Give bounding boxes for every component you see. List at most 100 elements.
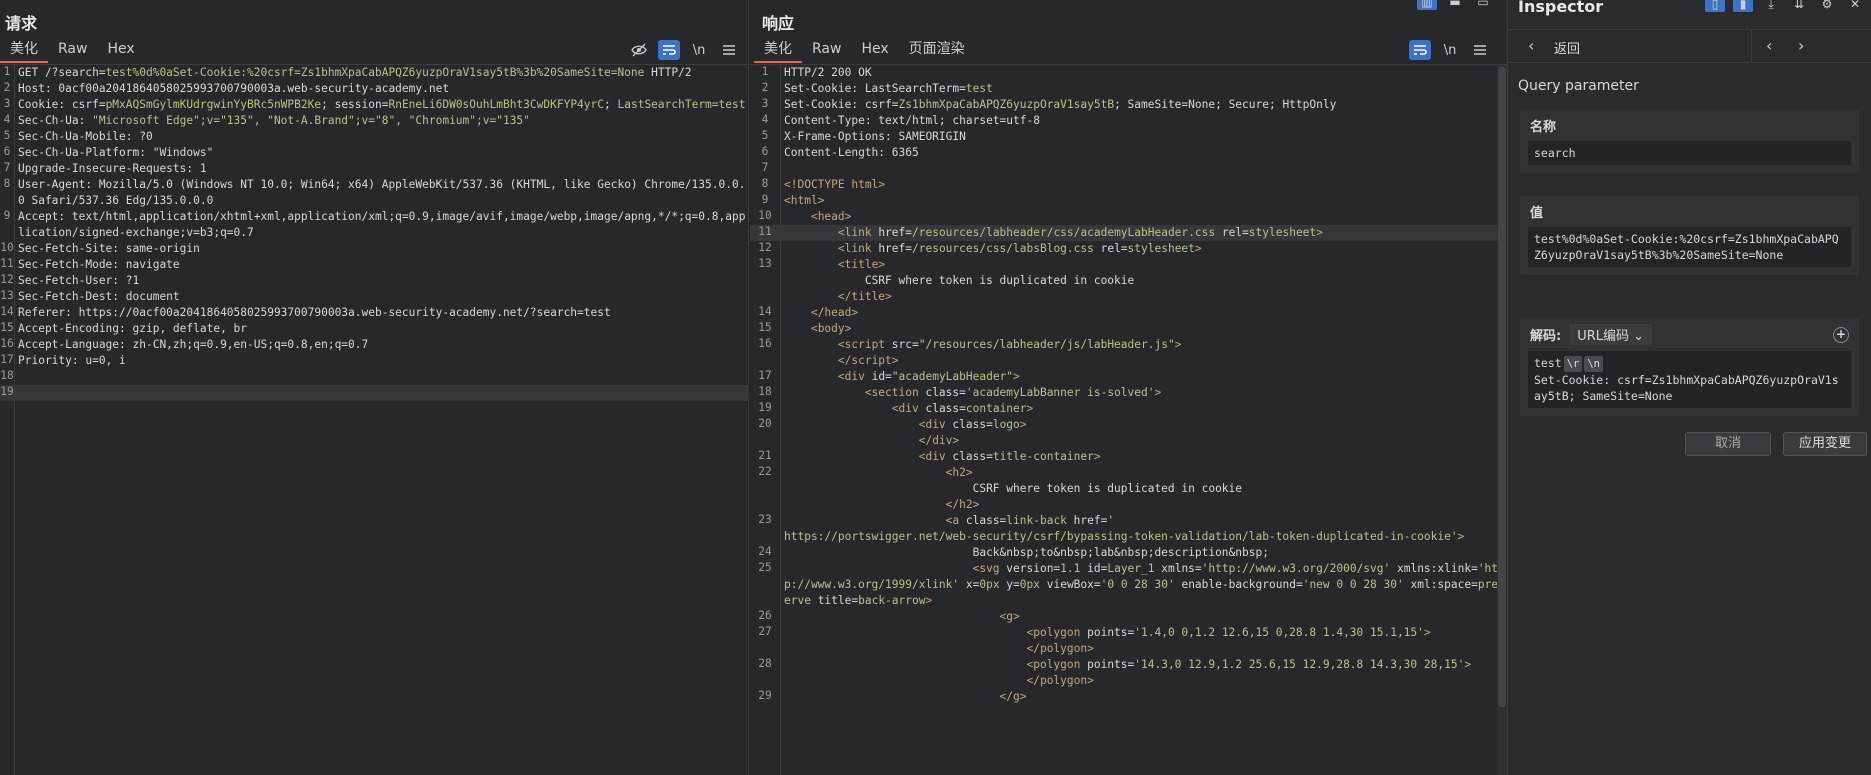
line-number: 18 xyxy=(0,369,14,382)
code-line: 2 Set-Cookie: LastSearchTerm=test xyxy=(750,81,1507,97)
code-line: 7 Upgrade-Insecure-Requests: 1 xyxy=(0,161,748,177)
code-line: 12 <link href=/resources/css/labsBlog.cs… xyxy=(750,241,1507,257)
code-line: 13 <title> CSRF where token is duplicate… xyxy=(750,257,1507,305)
scrollbar-thumb[interactable] xyxy=(1498,67,1506,707)
line-number: 18 xyxy=(758,385,772,398)
name-field[interactable]: search xyxy=(1528,141,1851,165)
code-text: <html> xyxy=(784,194,825,207)
name-box: 名称 search xyxy=(1520,110,1859,173)
tab-response-hex[interactable]: Hex xyxy=(851,38,898,61)
menu-icon[interactable] xyxy=(1469,40,1491,60)
line-number: 2 xyxy=(761,81,769,94)
layout-tabs-icon[interactable]: ▭ xyxy=(1473,0,1493,10)
chevron-left-icon[interactable]: ‹ xyxy=(1528,36,1534,55)
line-number: 13 xyxy=(0,289,14,302)
code-text: Sec-Ch-Ua-Mobile: ?0 xyxy=(18,130,153,143)
line-number: 8 xyxy=(761,177,769,190)
request-editor[interactable]: 1 GET /?search=test%0d%0aSet-Cookie:%20cs… xyxy=(0,64,748,775)
back-button[interactable]: 返回 xyxy=(1554,38,1580,57)
layout-right-icon[interactable]: ▮ xyxy=(1733,0,1753,12)
wrap-lines-icon[interactable] xyxy=(658,40,680,60)
response-editor[interactable]: 1 HTTP/2 200 OK 2 Set-Cookie: LastSearchTer… xyxy=(750,64,1507,775)
newline-toggle[interactable]: \n xyxy=(1439,40,1461,60)
code-line: 26 <g> xyxy=(750,609,1507,625)
code-line: 21 <div class=title-container> xyxy=(750,449,1507,465)
cr-pill: \r xyxy=(1563,356,1583,372)
newline-toggle[interactable]: \n xyxy=(688,40,710,60)
layout-split-icon[interactable]: ▥ xyxy=(1417,0,1437,10)
layout-horizontal-icon[interactable]: ▬ xyxy=(1445,0,1465,10)
code-line: 14 </head> xyxy=(750,305,1507,321)
tab-request-raw[interactable]: Raw xyxy=(48,38,97,61)
request-title: 请求 xyxy=(5,14,38,33)
code-line: 16 Accept-Language: zh-CN,zh;q=0.9,en-US;… xyxy=(0,337,748,353)
code-text: <!DOCTYPE html> xyxy=(784,178,886,191)
line-number: 20 xyxy=(758,417,772,430)
line-number: 11 xyxy=(0,257,14,270)
code-line: 12 Sec-Fetch-User: ?1 xyxy=(0,273,748,289)
line-number: 19 xyxy=(758,401,772,414)
tab-response-render[interactable]: 页面渲染 xyxy=(899,38,975,61)
add-icon[interactable]: + xyxy=(1833,326,1849,343)
tab-request-hex[interactable]: Hex xyxy=(97,38,144,61)
code-line: 6 Sec-Ch-Ua-Platform: "Windows" xyxy=(0,145,748,161)
code-line: 19 <div class=container> xyxy=(750,401,1507,417)
decode-select-value: URL编码 xyxy=(1577,329,1629,344)
hide-nonprintable-icon[interactable] xyxy=(628,40,650,60)
value-box: 值 test%0d%0aSet-Cookie:%20csrf=Zs1bhmXpa… xyxy=(1520,196,1859,275)
code-text: GET /?search=test%0d%0aSet-Cookie:%20csr… xyxy=(18,66,692,79)
value-field[interactable]: test%0d%0aSet-Cookie:%20csrf=Zs1bhmXpaCa… xyxy=(1528,227,1851,267)
gear-icon[interactable]: ⚙ xyxy=(1817,0,1837,12)
collapse-icon[interactable]: ⇊ xyxy=(1789,0,1809,12)
response-scrollbar[interactable] xyxy=(1497,65,1507,775)
code-text: <script src="/resources/labheader/js/lab… xyxy=(837,338,1182,367)
line-number: 22 xyxy=(758,465,772,478)
code-line: 22 <h2> CSRF where token is duplicated i… xyxy=(750,465,1507,513)
line-number: 3 xyxy=(761,97,769,110)
layout-left-icon[interactable]: ▯ xyxy=(1705,0,1725,12)
cancel-button[interactable]: 取消 xyxy=(1685,432,1771,456)
tab-request-pretty[interactable]: 美化 xyxy=(0,38,48,63)
menu-icon[interactable] xyxy=(718,40,740,60)
line-number: 27 xyxy=(758,625,772,638)
code-text: Sec-Fetch-Dest: document xyxy=(18,290,180,303)
wrap-lines-icon[interactable] xyxy=(1409,40,1431,60)
line-number: 7 xyxy=(761,161,769,174)
code-line: 6 Content-Length: 6365 xyxy=(750,145,1507,161)
code-line: 4 Sec-Ch-Ua: "Microsoft Edge";v="135", "N… xyxy=(0,113,748,129)
decode-select[interactable]: URL编码 ⌄ xyxy=(1569,324,1653,345)
line-number: 15 xyxy=(0,321,14,334)
line-number: 4 xyxy=(761,113,769,126)
apply-changes-button[interactable]: 应用变更 xyxy=(1783,432,1867,456)
response-title: 响应 xyxy=(762,14,795,33)
code-text: <title> CSRF where token is duplicated i… xyxy=(837,258,1135,303)
code-line: 29 </g> xyxy=(750,689,1507,705)
code-text: </g> xyxy=(999,690,1027,703)
line-number: 3 xyxy=(3,97,11,110)
tab-response-raw[interactable]: Raw xyxy=(802,38,851,61)
code-line: 5 Sec-Ch-Ua-Mobile: ?0 xyxy=(0,129,748,145)
decoded-field[interactable]: test \r \n Set-Cookie: csrf=Zs1bhmXpaCabAPQ… xyxy=(1528,351,1851,408)
code-line: 3 Cookie: csrf=pMxAQSmGylmKUdrgwinYyBRc5n… xyxy=(0,97,748,113)
line-number: 10 xyxy=(758,209,772,222)
code-text: Content-Type: text/html; charset=utf-8 xyxy=(784,114,1040,127)
download-icon[interactable]: ⤓ xyxy=(1761,0,1781,12)
code-text: </head> xyxy=(810,306,859,319)
chevron-left-icon[interactable]: ‹ xyxy=(1766,36,1772,55)
tab-response-pretty[interactable]: 美化 xyxy=(754,38,802,63)
close-icon[interactable]: ✕ xyxy=(1845,0,1865,12)
line-number: 12 xyxy=(758,241,772,254)
request-pane: 请求 美化 Raw Hex \n 1 GET /?search=test%0d%0… xyxy=(0,0,749,775)
line-number: 15 xyxy=(758,321,772,334)
code-text: Sec-Fetch-Mode: navigate xyxy=(18,258,180,271)
code-line: 19 xyxy=(0,385,748,401)
chevron-right-icon[interactable]: › xyxy=(1798,36,1804,55)
name-label: 名称 xyxy=(1530,120,1557,135)
line-number: 14 xyxy=(758,305,772,318)
code-line: 8 User-Agent: Mozilla/5.0 (Windows NT 10.… xyxy=(0,177,748,209)
code-text: <div class=title-container> xyxy=(918,450,1101,463)
code-text: <body> xyxy=(810,322,852,335)
code-text: <link href=/resources/labheader/css/acad… xyxy=(837,226,1323,239)
